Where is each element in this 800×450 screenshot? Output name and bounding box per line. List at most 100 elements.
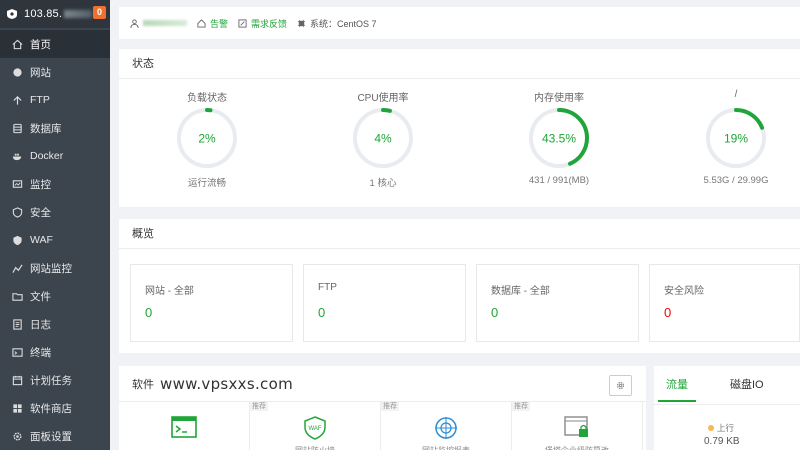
server-ip: 103.85. [24, 8, 63, 20]
overview-title: 概览 [119, 219, 800, 249]
waf-shield-icon [12, 235, 23, 246]
overview-card-value: 0 [491, 305, 499, 320]
sidebar-item-label: 文件 [30, 290, 51, 303]
gauge-sub: 运行流畅 [187, 178, 226, 189]
overview-card-label: 安全风险 [664, 286, 704, 297]
docker-icon [12, 151, 23, 162]
sidebar-item-label: 数据库 [30, 122, 62, 135]
overview-card-label: 网站 - 全部 [145, 286, 194, 297]
notification-badge[interactable]: 0 [93, 6, 106, 19]
feedback-link[interactable]: 需求反馈 [238, 17, 287, 30]
target-icon [434, 416, 458, 443]
terminal-icon [12, 347, 23, 358]
sidebar: 103.85. 0 首页网站 FTP 数据库 Docker 监控安全 WAF 网站监控文件日… [0, 0, 110, 450]
feedback-label: 需求反馈 [251, 18, 288, 29]
clock-icon [12, 375, 23, 386]
folder-icon [12, 291, 23, 302]
sidebar-item-0[interactable]: 首页 [0, 30, 110, 58]
chip-icon [297, 19, 306, 27]
gauge-title: 负载状态 [187, 93, 227, 104]
sidebar-item-8[interactable]: 网站监控 [0, 254, 110, 282]
recommend-tag: 推荐 [381, 402, 399, 411]
sidebar-item-label: WAF [30, 234, 53, 246]
sidebar-item-4[interactable]: Docker [0, 142, 110, 170]
gear-icon [616, 381, 625, 390]
gauge-value: 4% [374, 132, 392, 146]
sidebar-item-10[interactable]: 日志 [0, 310, 110, 338]
software-name: 网站监控报表 [381, 445, 511, 450]
overview-panel: 概览 网站 - 全部 0 FTP 0 数据库 - 全部 0 安全风险 0 [119, 219, 800, 353]
server-icon [7, 9, 17, 19]
sidebar-nav: 首页网站 FTP 数据库 Docker 监控安全 WAF 网站监控文件日志终端计划任务软件商… [0, 30, 110, 450]
sidebar-item-label: 终端 [30, 346, 51, 359]
software-name: 堡塔企业级防篡改 [512, 445, 642, 450]
sidebar-item-6[interactable]: 安全 [0, 198, 110, 226]
server-header[interactable]: 103.85. 0 [0, 0, 110, 28]
user-icon [130, 18, 139, 28]
sidebar-item-label: 网站监控 [30, 262, 72, 275]
top-bar: 告警 需求反馈 系统：CentOS 7 [119, 7, 800, 39]
monitor-icon [12, 179, 23, 190]
sidebar-item-9[interactable]: 文件 [0, 282, 110, 310]
gauge-sub: 431 / 991(MB) [528, 175, 590, 186]
log-icon [12, 318, 23, 330]
svg-text:WAF: WAF [308, 426, 321, 432]
sidebar-item-7[interactable]: WAF [0, 226, 110, 254]
traffic-tab-1[interactable]: 磁盘IO [730, 366, 764, 402]
sidebar-item-label: 面板设置 [30, 430, 72, 443]
upload-value: 0.79 KB [704, 436, 740, 447]
notice-link[interactable]: 告警 [197, 17, 228, 30]
gauge-3[interactable]: / 19% 5.53G / 29.99G [676, 89, 796, 186]
sidebar-item-11[interactable]: 终端 [0, 338, 110, 366]
sidebar-item-5[interactable]: 监控 [0, 170, 110, 198]
sidebar-item-13[interactable]: 软件商店 [0, 394, 110, 422]
sidebar-item-label: 监控 [30, 178, 51, 191]
software-tile-3[interactable]: 推荐堡塔企业级防篡改 [512, 402, 643, 450]
sidebar-item-14[interactable]: 面板设置 [0, 422, 110, 450]
status-title: 状态 [119, 49, 800, 79]
software-tile-0[interactable] [119, 402, 250, 450]
gauge-0[interactable]: 负载状态 2% 运行流畅 [147, 89, 267, 189]
sidebar-item-label: FTP [30, 94, 50, 106]
overview-card-0[interactable]: 网站 - 全部 0 [130, 264, 293, 342]
recommend-tag: 推荐 [512, 402, 530, 411]
software-tile-2[interactable]: 推荐网站监控报表 [381, 402, 512, 450]
sidebar-item-label: 网站 [30, 66, 51, 79]
waf-icon: WAF [304, 416, 326, 443]
sidebar-item-label: 首页 [30, 38, 51, 51]
software-settings-button[interactable] [609, 375, 632, 396]
traffic-tab-0[interactable]: 流量 [658, 366, 696, 402]
sidebar-item-2[interactable]: FTP [0, 86, 110, 114]
watermark-text: www.vpsxxs.com [160, 375, 293, 393]
edit-icon [238, 18, 247, 28]
gauge-1[interactable]: CPU使用率 4% 1 核心 [323, 89, 443, 189]
gauge-2[interactable]: 内存使用率 43.5% 431 / 991(MB) [499, 89, 619, 186]
upload-label: 上行 [717, 423, 735, 433]
upload-dot-icon [708, 425, 714, 431]
traffic-tabs: 流量 磁盘IO [658, 366, 798, 402]
sidebar-item-label: 计划任务 [30, 374, 72, 387]
gauge-value: 2% [198, 132, 216, 146]
user-info[interactable] [130, 18, 187, 28]
overview-card-2[interactable]: 数据库 - 全部 0 [476, 264, 639, 342]
globe-icon [12, 67, 23, 78]
software-tile-1[interactable]: 推荐 WAF 网站防火墙 [250, 402, 381, 450]
divider [654, 404, 800, 405]
software-panel: 软件 www.vpsxxs.com 推荐WAF网站防火墙推荐网站监控报表推荐堡塔… [119, 366, 646, 450]
gauge-sub: 5.53G / 29.99G [703, 175, 769, 186]
notice-label: 告警 [210, 18, 229, 29]
sidebar-item-12[interactable]: 计划任务 [0, 366, 110, 394]
sidebar-item-label: 安全 [30, 206, 51, 219]
overview-card-3[interactable]: 安全风险 0 [649, 264, 800, 342]
overview-card-1[interactable]: FTP 0 [303, 264, 466, 342]
sidebar-item-label: 日志 [30, 318, 51, 331]
shield-icon [12, 206, 23, 218]
gauge-value: 43.5% [542, 132, 576, 146]
system-label: 系统：CentOS 7 [310, 18, 377, 29]
sidebar-item-1[interactable]: 网站 [0, 58, 110, 86]
chart-icon [12, 263, 23, 274]
username-mask [143, 20, 187, 26]
status-panel: 状态 负载状态 2% 运行流畅 CPU使用率 4% 1 核心 内存使用率 43.5% 431 /… [119, 49, 800, 207]
home-icon [12, 39, 23, 50]
sidebar-item-3[interactable]: 数据库 [0, 114, 110, 142]
